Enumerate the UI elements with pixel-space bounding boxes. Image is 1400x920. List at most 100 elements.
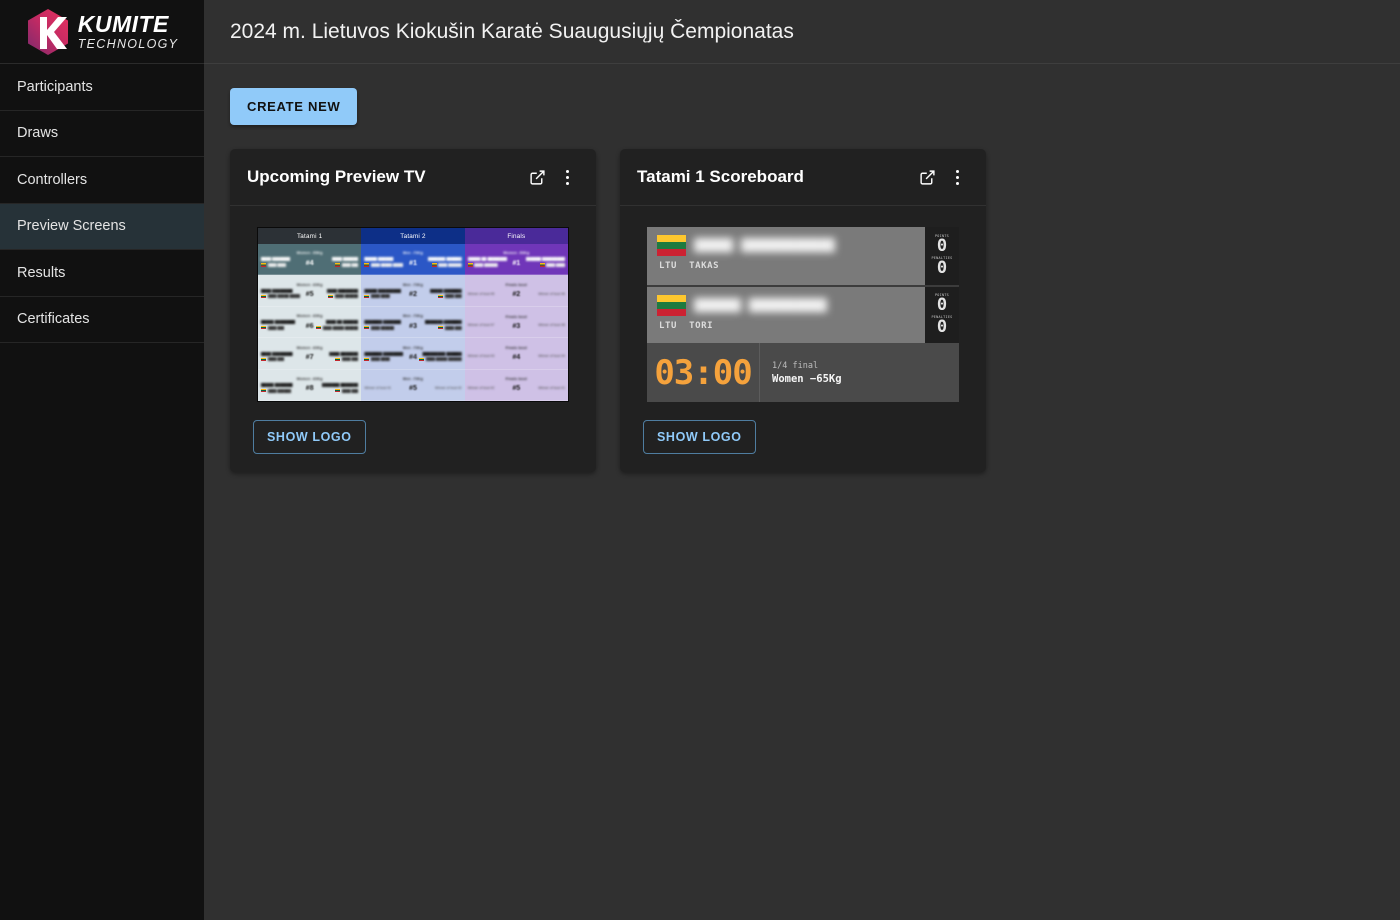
flag-icon: [419, 357, 425, 361]
tv-club: ████ ██████: [370, 325, 395, 330]
app-root: KUMITE TECHNOLOGY Participants Draws Con…: [0, 0, 1400, 920]
card-body: Tatami 1 Women -55Kg ████ ███████ ████ ██…: [230, 206, 596, 402]
tv-bout-number: #5: [305, 289, 314, 299]
sidebar-item-controllers[interactable]: Controllers: [0, 157, 204, 204]
card-header: Upcoming Preview TV: [230, 149, 596, 206]
tv-column-tatami-1: Tatami 1 Women -55Kg ████ ███████ ████ ██…: [258, 228, 362, 402]
kebab-menu-icon[interactable]: [942, 162, 972, 192]
tv-match-row: Women -50Kg █████ ██ ██████████████ ████…: [464, 244, 568, 276]
scoreboard-fighter-row: ██████ ██████████ LTU TORI POINTS 0 PENA…: [647, 285, 959, 343]
tv-category: Women -60Kg: [296, 282, 323, 287]
tv-category: Finals bout: [505, 345, 527, 350]
tv-fighter-name: ███████ ███████: [321, 383, 359, 388]
flag-icon: [335, 263, 341, 267]
score-value-penalties: 0: [936, 317, 948, 337]
tv-bout-number: #3: [512, 320, 521, 330]
tv-club: ████ ██████: [267, 388, 291, 393]
card-tatami-1-scoreboard: Tatami 1 Scoreboard █████ ████████████ L…: [620, 149, 986, 472]
topbar: 2024 m. Lietuvos Kiokušin Karatė Suaugus…: [204, 0, 1400, 64]
tv-club: ████ ███: [267, 357, 285, 362]
brand-logo[interactable]: KUMITE TECHNOLOGY: [0, 0, 204, 64]
tv-winner-placeholder: Winner of bout #3: [467, 354, 495, 359]
tv-match-row: Women -60Kg ████ ████████ ████ ███ #7 ███…: [258, 338, 362, 370]
show-logo-button[interactable]: SHOW LOGO: [643, 420, 756, 454]
tv-fighter-name: ███████ ███████: [364, 320, 401, 325]
tv-fighter-name: █████████ ██████: [422, 351, 462, 356]
brand-text: KUMITE TECHNOLOGY: [77, 10, 179, 51]
fighter-name: ██████ ██████████: [694, 298, 828, 313]
score-value-points: 0: [936, 295, 948, 316]
kebab-menu-icon[interactable]: [552, 162, 582, 192]
tv-match-row: Women -55Kg ████ ███████ ████ ████ #4 ███…: [258, 244, 362, 276]
flag-icon: [261, 326, 266, 330]
tv-category: Women -55Kg: [296, 251, 323, 256]
sidebar-item-results[interactable]: Results: [0, 250, 204, 297]
tv-match-row: Women -60Kg █████ ███████ ████ ██████ #8 …: [258, 369, 362, 402]
sidebar-item-certificates[interactable]: Certificates: [0, 297, 204, 343]
card-footer: SHOW LOGO: [230, 402, 596, 472]
tv-club: ████ █████ ██████: [425, 357, 462, 362]
tv-club: ████ ████: [370, 357, 390, 362]
fighter-country: LTU: [659, 321, 678, 331]
brand-name: KUMITE: [77, 10, 169, 37]
flag-icon: [467, 263, 473, 267]
sidebar-item-label: Certificates: [17, 311, 90, 328]
card-header: Tatami 1 Scoreboard: [620, 149, 986, 206]
create-new-button[interactable]: CREATE NEW: [230, 88, 358, 125]
tv-category: Women -60Kg: [296, 345, 323, 350]
tv-winner-placeholder: Winner of bout #7: [467, 323, 495, 328]
sidebar-nav: Participants Draws Controllers Preview S…: [0, 64, 204, 343]
tv-club: ████ ██████: [438, 262, 462, 267]
sidebar-item-draws[interactable]: Draws: [0, 111, 204, 157]
tv-club: ████ ████: [546, 262, 565, 267]
card-footer: SHOW LOGO: [620, 402, 986, 472]
tv-club: ████ ██████: [474, 262, 498, 267]
tv-column-tatami-2: Tatami 2 Men -70Kg █████ ██████ ████ ████…: [361, 228, 465, 402]
tv-winner-placeholder: Winner of bout #2: [467, 385, 495, 390]
tv-fighter-name: ██████ █████████: [525, 257, 565, 262]
flag-icon: [335, 388, 341, 393]
tv-fighter-name: ████ ████████: [261, 288, 293, 293]
tv-fighter-name: ███████ ██████: [427, 257, 462, 262]
upcoming-tv-preview-thumbnail[interactable]: Tatami 1 Women -55Kg ████ ███████ ████ ██…: [257, 227, 569, 402]
tv-category: Finals bout: [505, 377, 527, 382]
tv-match-row: Men -70Kg ███████ ███████ ████ ██████ #3 …: [361, 306, 465, 339]
external-link-icon[interactable]: [912, 162, 942, 192]
tv-column-header: Finals: [464, 228, 568, 244]
flag-icon: [364, 294, 370, 298]
external-link-icon[interactable]: [522, 162, 552, 192]
tv-category: Men -70Kg: [403, 345, 423, 350]
fighter-score-panel: POINTS 0 PENALTIES 0: [925, 227, 959, 285]
hexagon-k-logo-icon: [27, 8, 68, 55]
fighter-position: TORI: [689, 321, 714, 331]
match-round: 1/4 final: [772, 360, 819, 371]
show-logo-button[interactable]: SHOW LOGO: [253, 420, 366, 454]
tv-fighter-name: ████ ████████: [261, 351, 293, 356]
tv-category: Men -70Kg: [403, 314, 423, 319]
card-title: Upcoming Preview TV: [247, 167, 426, 186]
tv-column-header: Tatami 2: [361, 228, 465, 244]
score-value-points: 0: [936, 236, 948, 257]
tv-match-row: Men -70Kg Winner of bout #1 #5 Winner of…: [361, 369, 465, 402]
sidebar-item-preview-screens[interactable]: Preview Screens: [0, 203, 204, 250]
sidebar-item-participants[interactable]: Participants: [0, 64, 204, 111]
tv-match-row: Men -70Kg █████ ██████ ████ █████ █████ #…: [361, 244, 465, 276]
flag-icon: [364, 263, 370, 267]
scoreboard-timer-bar: 03:00 1/4 final Women −65Kg: [647, 343, 959, 402]
tv-fighter-name: ███████ ████████: [364, 351, 404, 356]
scoreboard-preview-thumbnail[interactable]: █████ ████████████ LTU TAKAS POINTS 0 PE…: [647, 227, 959, 402]
tv-match-row: Men -70Kg █████ █████████ ████ ████ #2 ██…: [361, 275, 465, 307]
tv-category: Women -60Kg: [296, 377, 323, 382]
lithuania-flag-icon: [657, 295, 686, 316]
card-title: Tatami 1 Scoreboard: [637, 167, 804, 186]
flag-icon: [261, 294, 266, 298]
tv-bout-number: #2: [408, 289, 417, 299]
tv-club: ████ █████ ██████: [322, 325, 359, 330]
fighter-name: █████ ████████████: [694, 238, 835, 253]
tv-match-row: Men -70Kg ███████ ████████ ████ ████ #4 █…: [361, 338, 465, 370]
fighter-score-panel: POINTS 0 PENALTIES 0: [925, 287, 959, 343]
tv-fighter-name: ███████ ███████: [424, 320, 462, 325]
tv-winner-placeholder: Winner of bout #6: [538, 291, 565, 296]
tv-category: Finals bout: [505, 283, 527, 288]
tv-match-row: Finals bout Winner of bout #2 #5 Winner …: [464, 369, 568, 402]
